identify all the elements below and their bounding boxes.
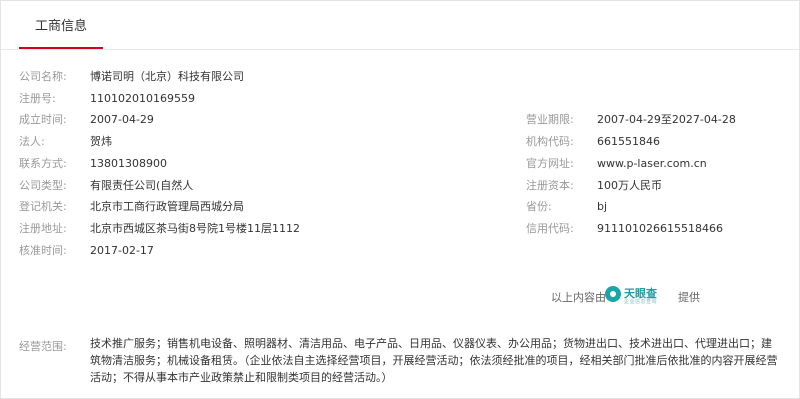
field-label: 机构代码: [526, 135, 574, 148]
business-scope-label: 经营范围: [19, 340, 67, 353]
field-value: 贺炜 [90, 135, 112, 148]
field-value: bj [597, 200, 608, 213]
business-info-panel: 工商信息 公司名称: 博诺司明（北京）科技有限公司 注册号: 110102010… [0, 0, 800, 399]
field-value: 有限责任公司(自然人 [90, 179, 194, 192]
field-label: 官方网址: [526, 157, 574, 170]
website-link[interactable]: www.p-laser.com.cn [597, 157, 707, 171]
field-label: 营业期限: [526, 113, 574, 126]
field-label: 省份: [526, 200, 552, 213]
field-label: 成立时间: [19, 113, 67, 126]
field-label: 注册地址: [19, 222, 67, 235]
provider-credit: 以上内容由 天眼查 企业信息查询 提供 [551, 284, 711, 306]
provider-suffix: 提供 [678, 291, 700, 304]
field-label: 核准时间: [19, 244, 67, 257]
field-label: 公司类型: [19, 179, 67, 192]
logo-subtitle: 企业信息查询 [624, 299, 658, 305]
field-value: 北京市西城区茶马街8号院1号楼11层1112 [90, 222, 300, 235]
field-value: 2017-02-17 [90, 244, 154, 257]
field-value: 博诺司明（北京）科技有限公司 [90, 70, 244, 83]
field-value: 911101026615518466 [597, 222, 723, 235]
field-value: 2007-04-29 [90, 113, 154, 126]
field-value: 100万人民币 [597, 179, 662, 192]
tab-business-info[interactable]: 工商信息 [19, 1, 103, 49]
field-label: 法人: [19, 135, 45, 148]
field-label: 信用代码: [526, 222, 574, 235]
field-label: 公司名称: [19, 70, 67, 83]
tianyancha-logo[interactable]: 天眼查 企业信息查询 [605, 284, 675, 306]
field-label: 登记机关: [19, 200, 67, 213]
field-value: 661551846 [597, 135, 660, 148]
field-value: 北京市工商行政管理局西城分局 [90, 200, 244, 213]
field-label: 联系方式: [19, 157, 67, 170]
tianyancha-logo-icon [605, 286, 621, 302]
business-scope-value: 技术推广服务；销售机电设备、照明器材、清洁用品、电子产品、日用品、仪器仪表、办公… [90, 337, 778, 384]
field-label: 注册资本: [526, 179, 574, 192]
field-label: 注册号: [19, 92, 56, 105]
provider-prefix: 以上内容由 [551, 291, 606, 304]
field-value: 110102010169559 [90, 92, 195, 105]
field-value: 13801308900 [90, 157, 167, 170]
tab-bar: 工商信息 [1, 1, 799, 50]
field-value: 2007-04-29至2027-04-28 [597, 113, 736, 126]
